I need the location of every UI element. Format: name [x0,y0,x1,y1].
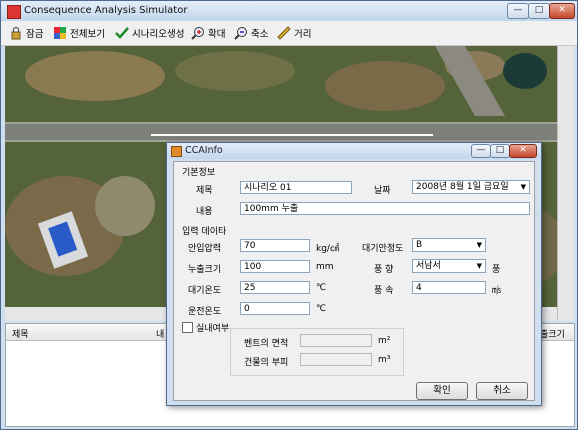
air-temp-input[interactable]: 25 [240,281,310,294]
building-volume-label: 건물의 부피 [244,358,289,368]
date-picker[interactable]: 2008년 8월 1일 금요일 ▼ [412,180,530,194]
wind-direction-label: 풍 향 [374,265,394,275]
grid-col-content[interactable]: 내 [156,327,164,340]
map-vertical-scrollbar[interactable] [557,46,574,321]
zoom-out-button[interactable]: 축소 [234,24,268,42]
leak-size-unit: mm [316,262,334,272]
vent-area-input[interactable] [300,334,372,347]
title-input[interactable]: 시나리오 01 [240,181,352,194]
cancel-button[interactable]: 취소 [476,382,528,400]
air-temp-label: 대기온도 [188,286,222,296]
dialog-title: CCAInfo [185,145,223,156]
close-button[interactable]: ✕ [549,3,575,19]
building-volume-unit: m³ [378,355,391,365]
grid-col-title[interactable]: 제목 [12,327,29,340]
lock-icon [11,26,21,40]
operating-temp-unit: ℃ [316,304,327,314]
pressure-unit: kg/㎠ [316,244,339,254]
toolbar: 잠금 전체보기 시나리오생성 확대 축소 거리 [1,21,577,46]
scenario-line [151,134,433,136]
air-temp-unit: ℃ [316,283,327,293]
app-icon [7,5,21,19]
wind-direction-select[interactable]: 서남서 ▼ [412,259,486,273]
content-label: 내용 [196,207,213,217]
vent-area-unit: m² [378,336,391,346]
dialog-app-icon [171,146,182,157]
fullview-button[interactable]: 전체보기 [53,24,105,42]
distance-button[interactable]: 거리 [277,24,311,42]
leak-size-label: 누출크기 [188,265,222,275]
zoom-out-icon [234,27,247,40]
stability-select[interactable]: B ▼ [412,238,486,252]
grid-col-size[interactable]: 출크기 [540,327,565,340]
grid-view-icon [54,27,66,39]
minimize-button[interactable]: — [507,3,529,19]
leak-size-input[interactable]: 100 [240,260,310,273]
chevron-down-icon: ▼ [476,262,482,270]
stability-value: B [416,240,423,250]
distance-label: 거리 [294,29,312,40]
zoom-in-icon [191,27,204,40]
dialog-body: 기본정보 제목 시나리오 01 날짜 2008년 8월 1일 금요일 ▼ 내용 … [173,161,535,401]
dialog-title-bar: CCAInfo — □ ✕ [167,143,541,159]
dialog-maximize-button[interactable]: □ [490,144,510,158]
input-data-section-label: 입력 데이타 [182,227,227,237]
ok-button[interactable]: 확인 [416,382,468,400]
indoor-label: 실내여부 [196,324,230,334]
wind-speed-unit: ㎧ [492,286,502,296]
date-label: 날짜 [374,186,391,196]
zoom-out-label: 축소 [251,29,269,40]
scenario-label: 시나리오생성 [132,29,185,40]
zoom-in-button[interactable]: 확대 [191,24,225,42]
wind-direction-value: 서남서 [416,261,441,271]
dialog-close-button[interactable]: ✕ [509,144,537,158]
scenario-button[interactable]: 시나리오생성 [115,24,184,42]
fullview-label: 전체보기 [70,29,105,40]
wind-direction-unit: 풍 [492,265,501,275]
lock-label: 잠금 [26,29,44,40]
chevron-down-icon: ▼ [520,183,526,191]
pressure-label: 안입압력 [188,244,222,254]
highway [5,122,557,142]
dialog-minimize-button[interactable]: — [471,144,491,158]
wind-speed-label: 풍 속 [374,286,394,296]
title-bar: Consequence Analysis Simulator — □ ✕ [1,1,577,21]
vent-area-label: 벤트의 면적 [244,339,289,349]
maximize-button[interactable]: □ [528,3,550,19]
zoom-in-label: 확대 [208,29,226,40]
building-volume-input[interactable] [300,353,372,366]
checkmark-icon [115,27,129,39]
stability-label: 대기안정도 [362,244,404,254]
ccainfo-dialog: CCAInfo — □ ✕ 기본정보 제목 시나리오 01 날짜 2008년 8… [166,142,542,406]
pressure-input[interactable]: 70 [240,239,310,252]
indoor-checkbox[interactable] [182,322,193,333]
window-title: Consequence Analysis Simulator [24,5,188,16]
wind-speed-input[interactable]: 4 [412,281,486,294]
date-value: 2008년 8월 1일 금요일 [416,182,509,192]
content-input[interactable]: 100mm 누출 [240,202,530,215]
operating-temp-label: 운전온도 [188,307,222,317]
ruler-icon [277,26,291,40]
chevron-down-icon: ▼ [476,241,482,249]
operating-temp-input[interactable]: 0 [240,302,310,315]
basic-info-section-label: 기본정보 [182,168,216,178]
lock-button[interactable]: 잠금 [9,24,43,42]
title-label: 제목 [196,186,213,196]
